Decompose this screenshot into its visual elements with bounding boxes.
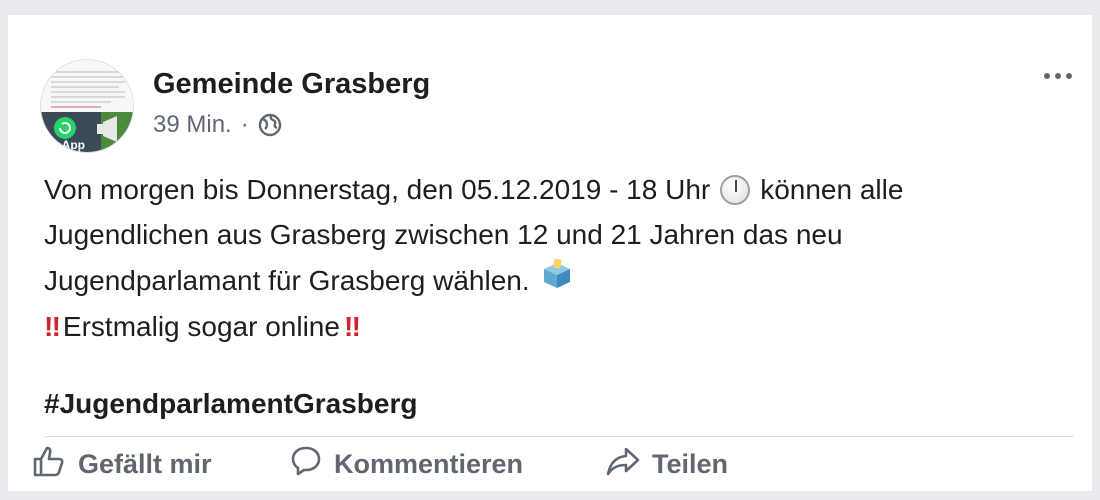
post-meta: 39 Min. · — [153, 111, 282, 139]
post-card: sApp Gemeinde Grasberg 39 Min. · Von mor… — [8, 15, 1092, 491]
globe-icon — [258, 113, 282, 137]
share-label: Teilen — [652, 448, 729, 479]
post-line-3: Jugendparlamant für Grasberg wählen. — [44, 265, 530, 296]
avatar-text: sApp — [55, 138, 85, 152]
hashtag-link[interactable]: #JugendparlamentGrasberg — [44, 381, 417, 426]
meta-separator: · — [240, 111, 249, 138]
post-line-2: Jugendlichen aus Grasberg zwischen 12 un… — [44, 219, 843, 250]
author-name[interactable]: Gemeinde Grasberg — [153, 68, 430, 101]
more-options-icon[interactable] — [1044, 73, 1072, 79]
comment-label: Kommentieren — [334, 448, 524, 479]
page-avatar[interactable]: sApp — [40, 59, 134, 153]
share-button[interactable]: Teilen — [606, 437, 728, 491]
post-timestamp[interactable]: 39 Min. — [153, 111, 232, 139]
post-text: Von morgen bis Donnerstag, den 05.12.201… — [44, 167, 1084, 426]
action-bar: Gefällt mir Kommentieren Teilen — [8, 437, 1092, 491]
like-button[interactable]: Gefällt mir — [32, 437, 212, 491]
thumbs-up-icon — [32, 444, 78, 485]
share-icon — [606, 445, 652, 484]
comment-icon — [290, 445, 334, 484]
post-line-4: Erstmalig sogar online — [62, 311, 340, 342]
comment-button[interactable]: Kommentieren — [290, 437, 523, 491]
post-line-1a: Von morgen bis Donnerstag, den 05.12.201… — [44, 174, 711, 205]
avatar-image: sApp — [41, 60, 133, 152]
double-exclamation-icon: ‼ — [343, 311, 361, 342]
double-exclamation-icon: ‼ — [44, 311, 61, 342]
ballot-box-icon — [540, 257, 574, 304]
clock-icon — [720, 174, 751, 205]
post-line-1b: können alle — [760, 174, 904, 205]
like-label: Gefällt mir — [78, 448, 212, 479]
